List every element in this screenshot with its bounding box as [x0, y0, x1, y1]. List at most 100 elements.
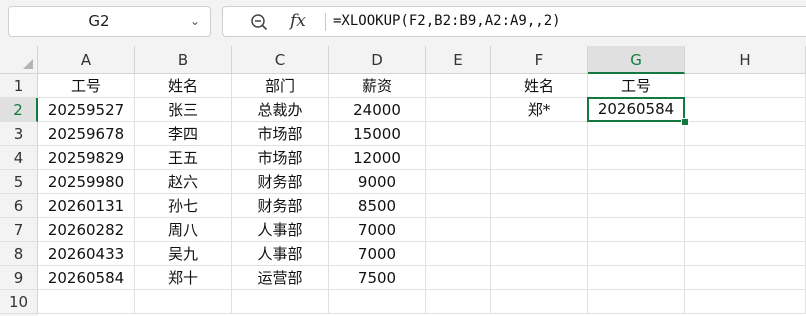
row-header-4[interactable]: 4 — [0, 146, 38, 170]
cell-c6[interactable]: 财务部 — [232, 194, 329, 218]
cell-d2[interactable]: 24000 — [329, 98, 426, 122]
cell-h6[interactable] — [685, 194, 806, 218]
cell-c5[interactable]: 财务部 — [232, 170, 329, 194]
formula-bar[interactable]: fx =XLOOKUP(F2,B2:B9,A2:A9,,2) — [222, 6, 806, 37]
cell-d3[interactable]: 15000 — [329, 122, 426, 146]
select-all-corner[interactable] — [0, 46, 38, 74]
cell-e5[interactable] — [426, 170, 491, 194]
cell-a2[interactable]: 20259527 — [38, 98, 135, 122]
column-header-f[interactable]: F — [491, 46, 588, 74]
cell-a5[interactable]: 20259980 — [38, 170, 135, 194]
cell-h1[interactable] — [685, 74, 806, 98]
cell-f9[interactable] — [491, 266, 588, 290]
column-header-h[interactable]: H — [685, 46, 806, 74]
fx-icon[interactable]: fx — [290, 9, 306, 33]
cell-e2[interactable] — [426, 98, 491, 122]
cell-a3[interactable]: 20259678 — [38, 122, 135, 146]
cell-g9[interactable] — [588, 266, 685, 290]
cell-d7[interactable]: 7000 — [329, 218, 426, 242]
row-header-7[interactable]: 7 — [0, 218, 38, 242]
cell-b1[interactable]: 姓名 — [135, 74, 232, 98]
cell-g6[interactable] — [588, 194, 685, 218]
cell-b2[interactable]: 张三 — [135, 98, 232, 122]
chevron-down-icon[interactable]: ⌄ — [190, 7, 200, 36]
row-header-10[interactable]: 10 — [0, 290, 38, 314]
cell-e7[interactable] — [426, 218, 491, 242]
cell-e1[interactable] — [426, 74, 491, 98]
cell-e9[interactable] — [426, 266, 491, 290]
column-header-a[interactable]: A — [38, 46, 135, 74]
cell-f10[interactable] — [491, 290, 588, 314]
cell-b3[interactable]: 李四 — [135, 122, 232, 146]
cell-f8[interactable] — [491, 242, 588, 266]
cell-g7[interactable] — [588, 218, 685, 242]
cell-e8[interactable] — [426, 242, 491, 266]
cell-c1[interactable]: 部门 — [232, 74, 329, 98]
cell-h7[interactable] — [685, 218, 806, 242]
cell-g10[interactable] — [588, 290, 685, 314]
cell-b4[interactable]: 王五 — [135, 146, 232, 170]
cell-reference[interactable]: G2 — [9, 7, 189, 36]
cell-d10[interactable] — [329, 290, 426, 314]
cell-h5[interactable] — [685, 170, 806, 194]
cell-c4[interactable]: 市场部 — [232, 146, 329, 170]
cell-g4[interactable] — [588, 146, 685, 170]
row-header-2[interactable]: 2 — [0, 98, 38, 122]
cell-c10[interactable] — [232, 290, 329, 314]
cell-g3[interactable] — [588, 122, 685, 146]
cell-d8[interactable]: 7000 — [329, 242, 426, 266]
cell-g1[interactable]: 工号 — [588, 74, 685, 98]
row-header-1[interactable]: 1 — [0, 74, 38, 98]
cell-g8[interactable] — [588, 242, 685, 266]
cell-d6[interactable]: 8500 — [329, 194, 426, 218]
cell-e6[interactable] — [426, 194, 491, 218]
formula-input[interactable]: =XLOOKUP(F2,B2:B9,A2:A9,,2) — [333, 7, 561, 36]
name-box[interactable]: G2 ⌄ — [8, 6, 211, 37]
cell-e4[interactable] — [426, 146, 491, 170]
cell-a9[interactable]: 20260584 — [38, 266, 135, 290]
cell-a1[interactable]: 工号 — [38, 74, 135, 98]
row-header-5[interactable]: 5 — [0, 170, 38, 194]
cell-b9[interactable]: 郑十 — [135, 266, 232, 290]
cell-h8[interactable] — [685, 242, 806, 266]
cell-h2[interactable] — [685, 98, 806, 122]
cell-h9[interactable] — [685, 266, 806, 290]
cell-f1[interactable]: 姓名 — [491, 74, 588, 98]
row-header-9[interactable]: 9 — [0, 266, 38, 290]
cell-a7[interactable]: 20260282 — [38, 218, 135, 242]
fill-handle[interactable] — [681, 118, 689, 126]
cell-a6[interactable]: 20260131 — [38, 194, 135, 218]
cell-h10[interactable] — [685, 290, 806, 314]
cell-a8[interactable]: 20260433 — [38, 242, 135, 266]
cell-a4[interactable]: 20259829 — [38, 146, 135, 170]
cell-b6[interactable]: 孙七 — [135, 194, 232, 218]
active-cell[interactable]: 20260584 — [587, 97, 685, 122]
cell-c7[interactable]: 人事部 — [232, 218, 329, 242]
cell-b8[interactable]: 吴九 — [135, 242, 232, 266]
cell-f7[interactable] — [491, 218, 588, 242]
cell-d4[interactable]: 12000 — [329, 146, 426, 170]
cell-a10[interactable] — [38, 290, 135, 314]
cell-c8[interactable]: 人事部 — [232, 242, 329, 266]
cell-f2[interactable]: 郑* — [491, 98, 588, 122]
column-header-c[interactable]: C — [232, 46, 329, 74]
row-header-3[interactable]: 3 — [0, 122, 38, 146]
column-header-g[interactable]: G — [588, 46, 685, 74]
cell-f6[interactable] — [491, 194, 588, 218]
cell-d9[interactable]: 7500 — [329, 266, 426, 290]
column-header-b[interactable]: B — [135, 46, 232, 74]
column-header-e[interactable]: E — [426, 46, 491, 74]
row-header-6[interactable]: 6 — [0, 194, 38, 218]
cell-c3[interactable]: 市场部 — [232, 122, 329, 146]
cell-b7[interactable]: 周八 — [135, 218, 232, 242]
zoom-icon[interactable] — [249, 12, 269, 32]
cell-g5[interactable] — [588, 170, 685, 194]
cell-h4[interactable] — [685, 146, 806, 170]
cell-b10[interactable] — [135, 290, 232, 314]
cell-b5[interactable]: 赵六 — [135, 170, 232, 194]
spreadsheet-grid[interactable]: A B C D E F G H 1 工号 姓名 部门 薪资 姓名 工号 2 20259527 张三 总裁办 24000… — [0, 46, 806, 316]
cell-d5[interactable]: 9000 — [329, 170, 426, 194]
cell-d1[interactable]: 薪资 — [329, 74, 426, 98]
column-header-d[interactable]: D — [329, 46, 426, 74]
cell-c9[interactable]: 运营部 — [232, 266, 329, 290]
